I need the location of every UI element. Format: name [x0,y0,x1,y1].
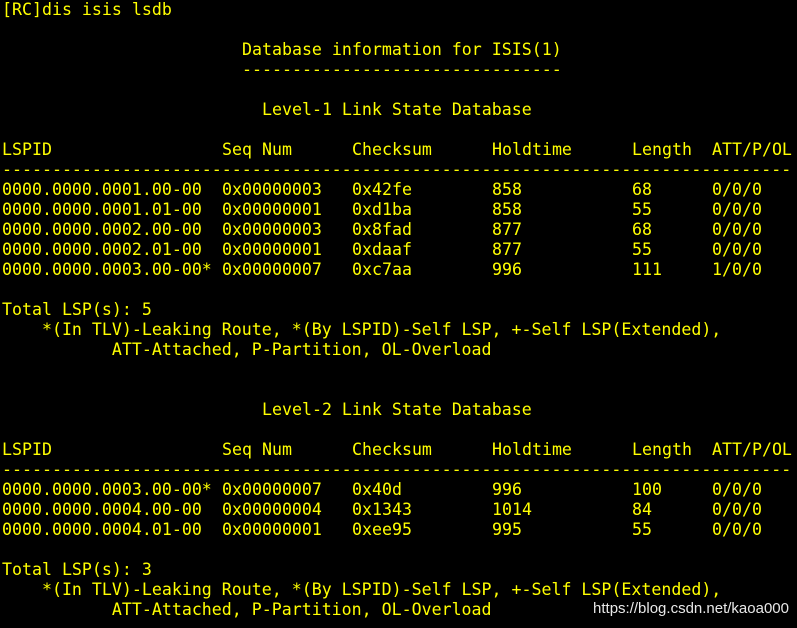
level2-col-holdtime: Holdtime [492,440,572,459]
table-row-cell: 0x00000001 [222,240,322,259]
table-row-cell: 877 [492,240,522,259]
table-row-cell: 0x00000007 [222,260,322,279]
table-row-cell: 1014 [492,500,532,519]
table-row-cell: 55 [632,240,652,259]
table-row-cell: 0x00000001 [222,520,322,539]
level2-legend-line1: *(In TLV)-Leaking Route, *(By LSPID)-Sel… [2,580,722,599]
table-row-cell: 68 [632,220,652,239]
table-row-cell: 858 [492,200,522,219]
table-row-cell: 84 [632,500,652,519]
table-row-cell: 0xd1ba [352,200,412,219]
table-row-cell: 0/0/0 [712,520,762,539]
table-row-cell: 0x8fad [352,220,412,239]
table-row-cell: 0000.0000.0004.01-00 [2,520,202,539]
table-row-cell: 0000.0000.0001.00-00 [2,180,202,199]
table-row-cell: 111 [632,260,662,279]
level2-separator: ----------------------------------------… [2,460,792,479]
table-row-cell: 1/0/0 [712,260,762,279]
table-row-cell: 55 [632,520,652,539]
table-row-cell: 0/0/0 [712,500,762,519]
table-row-cell: 995 [492,520,522,539]
table-row-cell: 0x00000003 [222,180,322,199]
level1-separator: ----------------------------------------… [2,160,792,179]
level2-legend-line2: ATT-Attached, P-Partition, OL-Overload [2,600,492,619]
level1-col-holdtime: Holdtime [492,140,572,159]
table-row-cell: 0000.0000.0003.00-00* [2,260,212,279]
table-row-cell: 996 [492,480,522,499]
table-row-cell: 0x00000004 [222,500,322,519]
watermark-url: https://blog.csdn.net/kaoa000 [593,600,789,617]
table-row-cell: 0000.0000.0001.01-00 [2,200,202,219]
table-row-cell: 100 [632,480,662,499]
table-row-cell: 0xee95 [352,520,412,539]
level1-col-checksum: Checksum [352,140,432,159]
table-row-cell: 0000.0000.0004.00-00 [2,500,202,519]
level1-total: Total LSP(s): 5 [2,300,152,319]
level2-col-lspid: LSPID [2,440,52,459]
table-row-cell: 0000.0000.0002.01-00 [2,240,202,259]
table-row-cell: 0x40d [352,480,402,499]
table-row-cell: 0x00000007 [222,480,322,499]
database-header-title: Database information for ISIS(1) [242,40,562,59]
table-row-cell: 0x1343 [352,500,412,519]
level1-legend-line1: *(In TLV)-Leaking Route, *(By LSPID)-Sel… [2,320,722,339]
table-row-cell: 996 [492,260,522,279]
level2-col-checksum: Checksum [352,440,432,459]
table-row-cell: 0x00000003 [222,220,322,239]
table-row-cell: 0/0/0 [712,200,762,219]
table-row-cell: 0/0/0 [712,240,762,259]
level1-legend-line2: ATT-Attached, P-Partition, OL-Overload [2,340,492,359]
level1-col-attpol: ATT/P/OL [712,140,792,159]
level2-total: Total LSP(s): 3 [2,560,152,579]
table-row-cell: 0/0/0 [712,180,762,199]
table-row-cell: 0x00000001 [222,200,322,219]
table-row-cell: 0000.0000.0003.00-00* [2,480,212,499]
level2-col-seqnum: Seq Num [222,440,292,459]
level1-title: Level-1 Link State Database [262,100,532,119]
table-row-cell: 858 [492,180,522,199]
table-row-cell: 0/0/0 [712,480,762,499]
table-row-cell: 68 [632,180,652,199]
level1-col-lspid: LSPID [2,140,52,159]
table-row-cell: 55 [632,200,652,219]
table-row-cell: 0000.0000.0002.00-00 [2,220,202,239]
table-row-cell: 0/0/0 [712,220,762,239]
table-row-cell: 877 [492,220,522,239]
table-row-cell: 0xc7aa [352,260,412,279]
command-prompt: [RC]dis isis lsdb [2,0,172,19]
table-row-cell: 0xdaaf [352,240,412,259]
table-row-cell: 0x42fe [352,180,412,199]
level1-col-seqnum: Seq Num [222,140,292,159]
level2-col-attpol: ATT/P/OL [712,440,792,459]
level2-col-length: Length [632,440,692,459]
level1-col-length: Length [632,140,692,159]
database-header-underline: -------------------------------- [242,60,562,79]
level2-title: Level-2 Link State Database [262,400,532,419]
